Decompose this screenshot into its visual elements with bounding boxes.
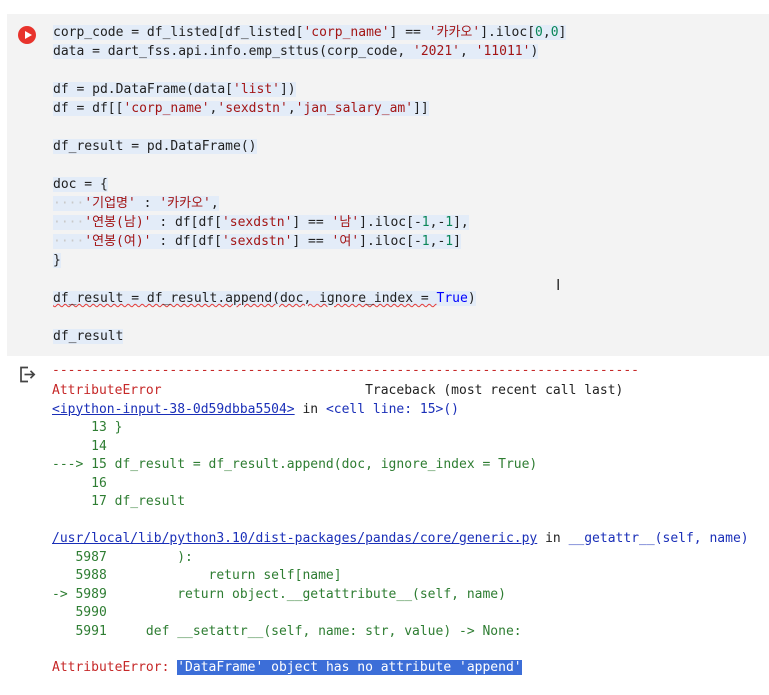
frame2-line-5988: 5988 return self[name]: [52, 568, 342, 583]
code-line-12: ····'연봉(여)' : df[df['sexdstn'] == '여'].i…: [53, 234, 461, 249]
traceback-header: AttributeError Traceback (most recent ca…: [52, 382, 623, 401]
code-cell[interactable]: corp_code = df_listed[df_listed['corp_na…: [7, 14, 769, 356]
code-line-15: df_result = df_result.append(doc, ignore…: [53, 291, 476, 306]
error-type: AttributeError: [52, 383, 162, 398]
code-line-13: }: [53, 253, 61, 268]
frame1-line-14: 14: [52, 438, 107, 454]
code-line-4: df = pd.DataFrame(data['list']): [53, 82, 296, 97]
in-word: in: [302, 401, 319, 417]
code-line-7: df_result = pd.DataFrame(): [53, 139, 257, 154]
function-ref: __getattr__(self, name): [568, 531, 749, 546]
code-line-5: df = df[['corp_name','sexdstn','jan_sala…: [53, 101, 429, 116]
frame2-line-5990: 5990: [52, 605, 107, 620]
run-cell-icon[interactable]: [18, 26, 36, 44]
cell-output: ----------------------------------------…: [52, 362, 769, 675]
ipython-input-link[interactable]: <ipython-input-38-0d59dbba5504>: [52, 402, 295, 417]
final-error-label: AttributeError:: [52, 660, 170, 675]
text-cursor-icon: I: [556, 276, 561, 294]
final-error-line: AttributeError: 'DataFrame' object has n…: [52, 659, 522, 678]
cell-gutter: [7, 14, 47, 356]
code-line-10: ····'기업명' : '카카오',: [53, 196, 219, 211]
cell-line-ref: <cell line: 15>(): [325, 401, 460, 417]
frame1-line-17: 17 df_result: [52, 494, 186, 509]
code-line-9: doc = {: [53, 177, 108, 192]
frame1-line-16: 16: [52, 475, 107, 491]
code-line-17: df_result: [53, 329, 124, 344]
in-word-2: in: [545, 531, 561, 546]
code-line-2: data = dart_fss.api.info.emp_sttus(corp_…: [53, 44, 539, 59]
traceback-location-2: /usr/local/lib/python3.10/dist-packages/…: [52, 530, 749, 549]
frame2-line-5991: 5991 def __setattr__(self, name: str, va…: [52, 623, 522, 639]
traceback-location-1: <ipython-input-38-0d59dbba5504> in <cell…: [52, 401, 459, 420]
frame2-line-5987: 5987 ):: [52, 549, 193, 565]
code-line-11: ····'연봉(남)' : df[df['sexdstn'] == '남'].i…: [53, 215, 469, 230]
frame1-line-13: 13 }: [52, 420, 123, 435]
frame2-line-5989: -> 5989 return object.__getattribute__(s…: [52, 586, 506, 602]
output-toggle-icon[interactable]: [18, 365, 37, 384]
code-editor[interactable]: corp_code = df_listed[df_listed['corp_na…: [53, 14, 769, 356]
generic-py-link[interactable]: /usr/local/lib/python3.10/dist-packages/…: [52, 531, 537, 546]
code-line-1: corp_code = df_listed[df_listed['corp_na…: [53, 25, 567, 40]
traceback-separator: ----------------------------------------…: [52, 363, 639, 378]
frame1-line-15: ---> 15 df_result = df_result.append(doc…: [52, 457, 538, 472]
final-error-message[interactable]: 'DataFrame' object has no attribute 'app…: [177, 660, 522, 675]
traceback-label: Traceback (most recent call last): [365, 383, 624, 398]
